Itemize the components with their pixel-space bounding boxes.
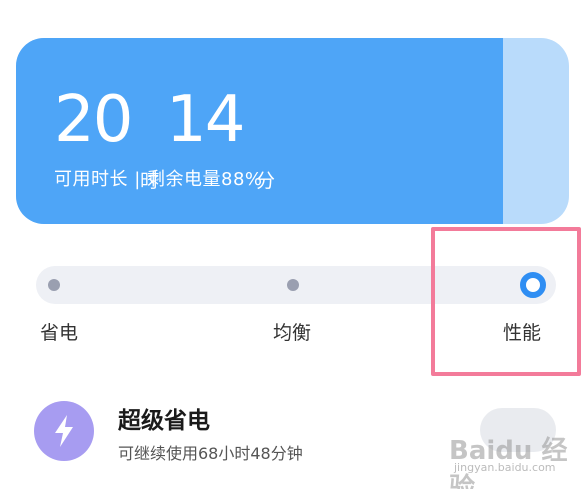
lightning-icon — [55, 415, 73, 447]
watermark-url: jingyan.baidu.com — [454, 461, 556, 474]
battery-summary: 可用时长 | 剩余电量88% — [54, 169, 263, 190]
super-saver-subtitle: 可继续使用68小时48分钟 — [118, 444, 303, 463]
watermark-logo: Baidu 经验 — [449, 436, 568, 489]
minutes-value: 14 — [166, 83, 245, 157]
highlight-annotation-box — [431, 227, 581, 376]
super-saver-title: 超级省电 — [118, 408, 210, 434]
mode-dot-balanced[interactable] — [287, 279, 299, 291]
mode-label-power-saving[interactable]: 省电 — [40, 318, 78, 345]
hours-value: 20 — [54, 83, 133, 157]
mode-label-balanced[interactable]: 均衡 — [273, 318, 311, 345]
battery-settings-screen: 20 时 14 分 可用时长 | 剩余电量88% 省电 均衡 性能 超级省电 可… — [0, 0, 587, 489]
super-saver-icon-badge — [34, 401, 94, 461]
battery-card: 20 时 14 分 可用时长 | 剩余电量88% — [16, 38, 569, 224]
mode-dot-power-saving[interactable] — [48, 279, 60, 291]
